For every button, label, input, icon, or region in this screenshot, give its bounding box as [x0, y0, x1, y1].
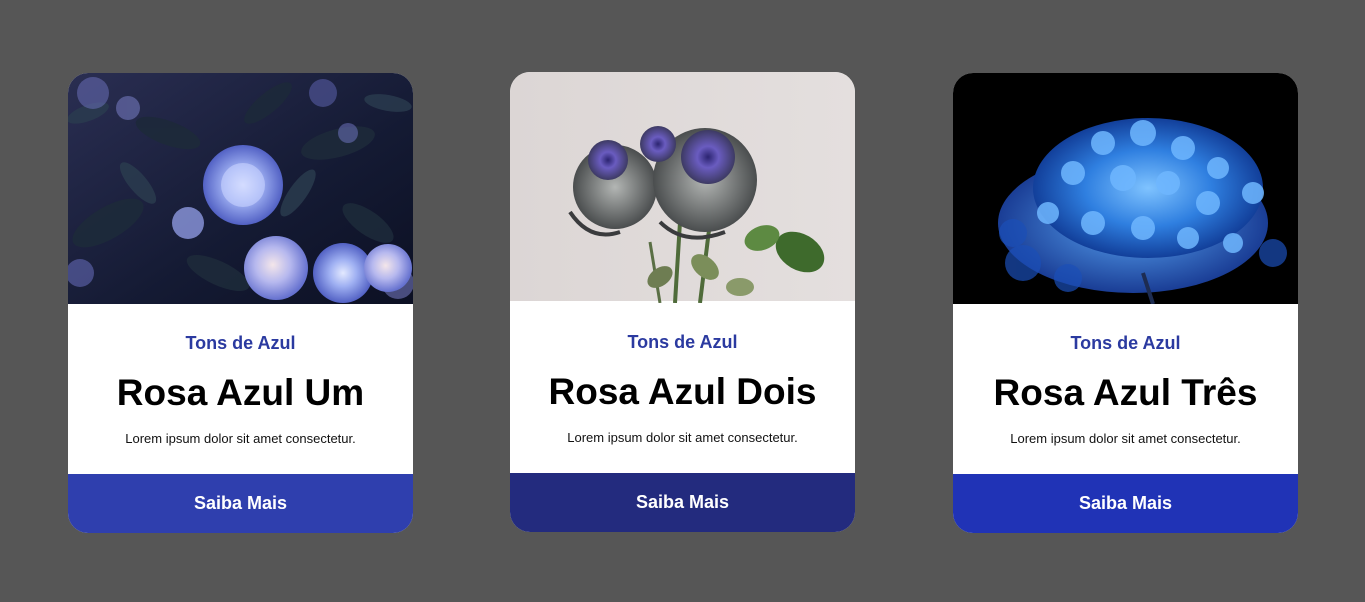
- card-description: Lorem ipsum dolor sit amet consectetur.: [1010, 431, 1241, 446]
- saiba-mais-button[interactable]: Saiba Mais: [953, 474, 1298, 533]
- card-image-blue-hydrangea: [953, 73, 1298, 304]
- saiba-mais-button[interactable]: Saiba Mais: [510, 473, 855, 532]
- card-row: Tons de Azul Rosa Azul Um Lorem ipsum do…: [0, 0, 1365, 602]
- card-eyebrow: Tons de Azul: [627, 332, 738, 352]
- card-rosa-azul-um: Tons de Azul Rosa Azul Um Lorem ipsum do…: [68, 73, 413, 533]
- card-rosa-azul-tres: Tons de Azul Rosa Azul Três Lorem ipsum …: [953, 73, 1298, 533]
- card-body: Tons de Azul Rosa Azul Um Lorem ipsum do…: [68, 304, 413, 475]
- card-title: Rosa Azul Dois: [548, 371, 817, 412]
- card-eyebrow: Tons de Azul: [185, 333, 296, 353]
- card-title: Rosa Azul Três: [993, 372, 1258, 413]
- blue-roses-photo: [68, 73, 413, 304]
- saiba-mais-button[interactable]: Saiba Mais: [68, 474, 413, 533]
- card-title: Rosa Azul Um: [116, 372, 365, 413]
- blue-hydrangea-photo: [953, 73, 1298, 304]
- card-image-blue-roses: [68, 73, 413, 304]
- card-eyebrow: Tons de Azul: [1070, 333, 1181, 353]
- grey-purple-roses-photo: [510, 72, 855, 303]
- card-body: Tons de Azul Rosa Azul Dois Lorem ipsum …: [510, 303, 855, 474]
- card-description: Lorem ipsum dolor sit amet consectetur.: [567, 430, 798, 445]
- card-description: Lorem ipsum dolor sit amet consectetur.: [125, 431, 356, 446]
- card-image-grey-roses: [510, 72, 855, 303]
- card-body: Tons de Azul Rosa Azul Três Lorem ipsum …: [953, 304, 1298, 475]
- card-rosa-azul-dois: Tons de Azul Rosa Azul Dois Lorem ipsum …: [510, 72, 855, 532]
